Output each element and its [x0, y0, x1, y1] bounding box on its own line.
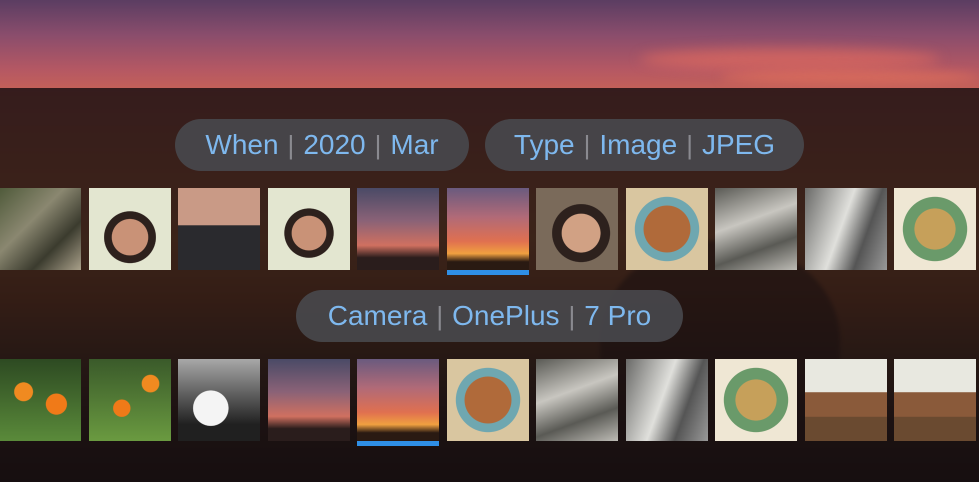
- filter-pill-camera[interactable]: Camera | OnePlus | 7 Pro: [296, 290, 683, 342]
- thumb-bike-trail[interactable]: [0, 188, 81, 270]
- thumb-selfie-3[interactable]: [268, 188, 350, 270]
- filter-camera-label[interactable]: Camera: [328, 300, 428, 332]
- thumb-map-puzzle-1[interactable]: [894, 188, 976, 270]
- cloud-shape: [720, 70, 979, 84]
- selection-indicator: [447, 270, 529, 275]
- thumb-floor-boards-1[interactable]: [805, 188, 887, 270]
- thumb-glasses-portrait[interactable]: [536, 188, 618, 270]
- thumb-cat-blanket[interactable]: [178, 359, 260, 441]
- thumb-sunset-1[interactable]: [357, 188, 439, 270]
- filter-type-format[interactable]: JPEG: [702, 129, 775, 161]
- filter-type-kind[interactable]: Image: [599, 129, 677, 161]
- thumb-sunset-4[interactable]: [357, 359, 439, 441]
- thumb-poppies-1[interactable]: [0, 359, 81, 441]
- separator: |: [287, 129, 295, 160]
- filter-camera-make[interactable]: OnePlus: [452, 300, 559, 332]
- separator: |: [583, 129, 591, 160]
- thumb-selfie-1[interactable]: [89, 188, 171, 270]
- thumb-floor-boards-2[interactable]: [626, 359, 708, 441]
- thumb-sunset-2[interactable]: [447, 188, 529, 270]
- filter-camera-model[interactable]: 7 Pro: [584, 300, 651, 332]
- filter-when-year[interactable]: 2020: [303, 129, 365, 161]
- thumb-poppies-2[interactable]: [89, 359, 171, 441]
- thumb-deck-kids-2[interactable]: [536, 359, 618, 441]
- filter-when-label[interactable]: When: [205, 129, 278, 161]
- separator: |: [686, 129, 693, 160]
- selection-indicator: [357, 441, 439, 446]
- filter-pill-type[interactable]: Type | Image | JPEG: [485, 119, 804, 171]
- filter-when-month[interactable]: Mar: [390, 129, 438, 161]
- filter-pill-when[interactable]: When | 2020 | Mar: [175, 119, 469, 171]
- filter-type-label[interactable]: Type: [514, 129, 575, 161]
- cloud-shape: [640, 48, 940, 70]
- thumb-puzzle-2[interactable]: [447, 359, 529, 441]
- thumb-deck-kids-1[interactable]: [715, 188, 797, 270]
- thumb-dining-room-1[interactable]: [805, 359, 887, 441]
- thumb-puzzle-1[interactable]: [626, 188, 708, 270]
- thumb-map-puzzle-2[interactable]: [715, 359, 797, 441]
- thumb-dining-room-2[interactable]: [894, 359, 976, 441]
- separator: |: [436, 300, 444, 331]
- separator: |: [568, 300, 576, 331]
- separator: |: [374, 129, 382, 160]
- thumb-sunset-3[interactable]: [268, 359, 350, 441]
- thumb-selfie-2[interactable]: [178, 188, 260, 270]
